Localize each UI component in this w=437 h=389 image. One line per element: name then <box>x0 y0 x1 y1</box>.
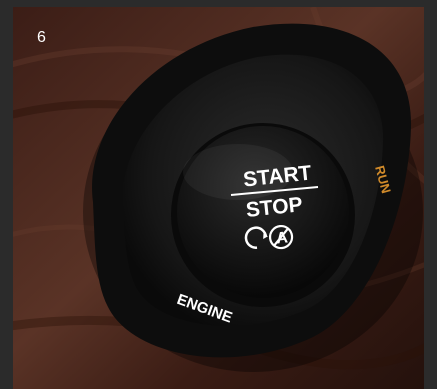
photo-frame: START STOP A ENGINE RUN 6 <box>13 7 424 389</box>
engine-start-stop-photo: START STOP A ENGINE RUN <box>13 7 424 389</box>
svg-text:A: A <box>275 229 289 247</box>
page-number: 6 <box>37 29 46 46</box>
